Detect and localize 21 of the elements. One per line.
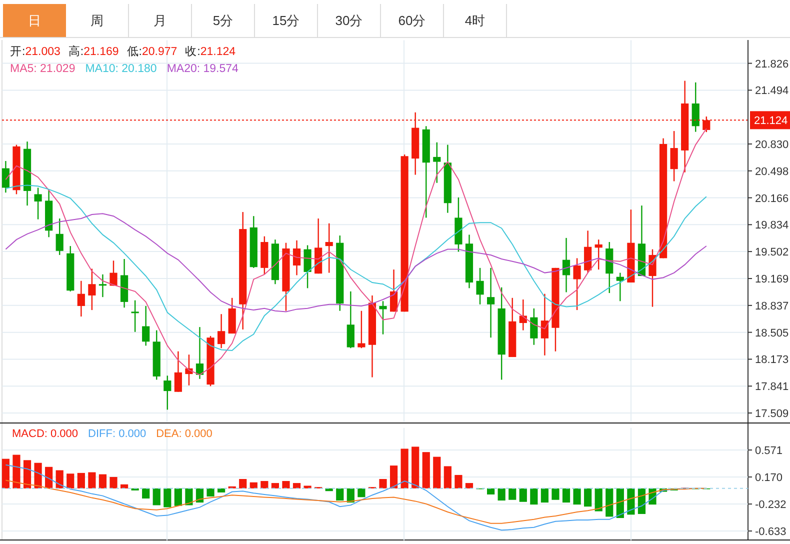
macd-axis-label: 0.571 bbox=[755, 445, 783, 457]
price-axis-label: 17.841 bbox=[755, 381, 789, 394]
price-axis-label: 17.509 bbox=[755, 408, 789, 420]
price-axis-label: 18.173 bbox=[755, 354, 789, 366]
moving-average-legend: MA5: 21.029 MA10: 20.180 MA20: 19.574 bbox=[10, 63, 238, 75]
quote-label: 开:21.003 高:21.169 低:20.977 收:21.124 bbox=[10, 46, 236, 58]
macd-axis-label: 0.170 bbox=[755, 472, 783, 484]
price-axis-label: 18.837 bbox=[755, 300, 789, 312]
price-axis-label: 21.494 bbox=[755, 85, 789, 98]
price-axis-label: 20.830 bbox=[755, 138, 789, 151]
macd-axis-label: -0.232 bbox=[755, 499, 786, 512]
price-axis-label: 19.834 bbox=[755, 220, 789, 232]
price-axis-label: 21.826 bbox=[755, 58, 789, 70]
macd-axis-label: -0.633 bbox=[755, 526, 786, 538]
macd-legend: MACD: 0.000 DIFF: 0.000 DEA: 0.000 bbox=[12, 428, 212, 440]
price-axis-label: 20.166 bbox=[755, 192, 789, 205]
price-axis-label: 20.498 bbox=[755, 166, 789, 178]
last-price-tag: 21.124 bbox=[750, 111, 790, 130]
price-axis-label: 19.502 bbox=[755, 246, 789, 259]
price-axis-label: 19.169 bbox=[755, 274, 789, 286]
price-axis-label: 18.505 bbox=[755, 327, 789, 340]
